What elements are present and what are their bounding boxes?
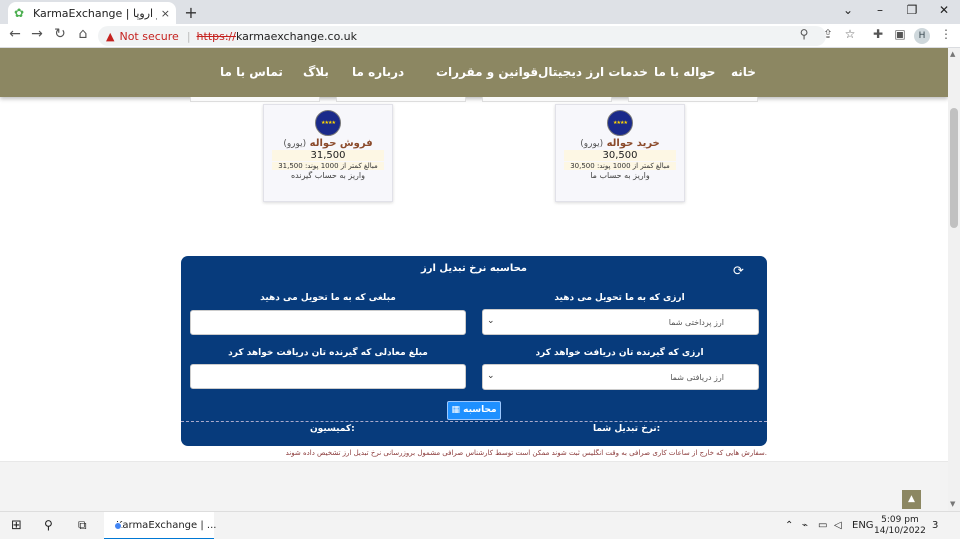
network-icon[interactable]: ⌁ [802, 520, 808, 531]
currency-give-select[interactable]: ارز پرداختی شما ⌄ [482, 309, 759, 335]
battery-icon[interactable]: ▭ [818, 520, 827, 531]
buy-transfer-card: ★★★★ خرید حواله (یورو) 30,500 مبالغ کمتر… [555, 104, 685, 202]
divider [181, 421, 767, 422]
chevron-down-icon: ⌄ [487, 316, 495, 326]
extensions-icon[interactable]: ✚ [870, 27, 886, 41]
card-title: خرید حواله (یورو) [580, 138, 660, 149]
home-icon[interactable]: ⌂ [74, 26, 92, 42]
card-min-amount: مبالغ کمتر از 1000 پوند: 31,500 [272, 162, 384, 170]
scroll-down-icon[interactable]: ▼ [950, 500, 955, 508]
windows-start-icon[interactable]: ⊞ [11, 518, 22, 533]
card-subtitle: واریز به حساب ما [590, 171, 650, 180]
tab-strip: ✿ KarmaExchange | صرافی در اروپا × + ⌄ –… [0, 0, 960, 24]
page-viewport: خانه حواله با ما خدمات ارز دیجیتال قوانی… [0, 48, 948, 511]
nav-crypto[interactable]: خدمات ارز دیجیتال [538, 65, 648, 79]
volume-icon[interactable]: ◁ [834, 520, 842, 531]
amount-give-input[interactable] [190, 310, 466, 335]
notifications-icon[interactable]: 3 [932, 520, 938, 531]
card-min-amount: مبالغ کمتر از 1000 پوند: 30,500 [564, 162, 676, 170]
footer-band [0, 461, 948, 511]
close-window-icon[interactable]: ✕ [930, 3, 958, 17]
currency-receive-select[interactable]: ارز دریافتی شما ⌄ [482, 364, 759, 390]
close-tab-icon[interactable]: × [161, 7, 170, 20]
page-scrollbar[interactable]: ▲ ▼ [948, 48, 960, 511]
scroll-thumb[interactable] [950, 108, 958, 228]
warning-icon: ▲ [106, 29, 115, 43]
share-icon[interactable]: ⇪ [820, 27, 836, 41]
menu-kebab-icon[interactable]: ⋮ [938, 27, 954, 41]
tray-chevron-icon[interactable]: ⌃ [785, 520, 793, 531]
amount-receive-input[interactable] [190, 364, 466, 389]
browser-tab[interactable]: ✿ KarmaExchange | صرافی در اروپا × [8, 2, 176, 24]
address-bar[interactable]: ▲ Not secure | https:// karmaexchange.co… [98, 26, 826, 46]
notification-count: 3 [932, 520, 939, 531]
restore-icon[interactable]: ❐ [898, 3, 926, 17]
divider: | [186, 29, 191, 43]
calculator-icon: ▦ [451, 405, 460, 415]
nav-rules[interactable]: قوانین و مقررات [436, 65, 538, 79]
minimize-icon[interactable]: – [866, 3, 894, 17]
taskbar: ⊞ ⚲ ⧉ KarmaExchange | ... ⌃ ⌁ ▭ ◁ ENG 5:… [0, 511, 960, 539]
taskbar-chrome-label: KarmaExchange | ... [116, 519, 217, 531]
back-icon[interactable]: ← [6, 26, 24, 42]
browser-toolbar: ← → ↻ ⌂ ▲ Not secure | https:// karmaexc… [0, 24, 960, 48]
amount-receive-label: مبلغ معادلی که گیرنده تان دریافت خواهد ک… [228, 348, 428, 358]
nav-transfer[interactable]: حواله با ما [654, 65, 715, 79]
nav-about[interactable]: درباره ما [352, 65, 404, 79]
reload-icon[interactable]: ↻ [51, 26, 69, 42]
scroll-up-icon[interactable]: ▲ [950, 50, 955, 58]
sell-transfer-card: ★★★★ فروش حواله (یورو) 31,500 مبالغ کمتر… [263, 104, 393, 202]
card-rate: 30,500 [564, 150, 676, 161]
rate-result-label: نرخ تبدیل شما: [593, 424, 661, 434]
chevron-down-icon: ⌄ [487, 371, 495, 381]
currency-receive-label: ارزی که گیرنده تان دریافت خواهد کرد [535, 348, 704, 358]
clock[interactable]: 5:09 pm 14/10/2022 [874, 515, 926, 537]
amount-give-label: مبلغی که به ما تحویل می دهید [260, 293, 396, 303]
eu-flag-icon: ★★★★ [607, 110, 633, 136]
commission-label: کمیسیون: [310, 424, 355, 434]
calculator-title: محاسبه نرخ تبدیل ارز [421, 263, 527, 274]
profile-avatar[interactable]: H [914, 28, 930, 44]
nav-contact[interactable]: تماس با ما [220, 65, 283, 79]
tab-search-icon[interactable]: ⌄ [834, 3, 862, 17]
card-subtitle: واریز به حساب گیرنده [290, 171, 366, 180]
side-panel-icon[interactable]: ▣ [892, 27, 908, 41]
select-placeholder: ارز دریافتی شما [670, 373, 724, 382]
card-rate: 31,500 [272, 150, 384, 161]
site-navbar: خانه حواله با ما خدمات ارز دیجیتال قوانی… [0, 48, 948, 97]
card-stub [190, 97, 320, 102]
search-icon[interactable]: ⚲ [44, 518, 53, 532]
card-stub [482, 97, 612, 102]
clock-date: 14/10/2022 [874, 526, 926, 536]
back-to-top-button[interactable]: ▲ [902, 490, 921, 509]
orders-note: سفارش هایی که خارج از ساعات کاری صرافی ب… [285, 449, 767, 457]
new-tab-button[interactable]: + [182, 3, 200, 22]
bookmark-star-icon[interactable]: ☆ [842, 27, 858, 41]
taskbar-chrome-item[interactable]: KarmaExchange | ... [104, 512, 217, 539]
task-view-icon[interactable]: ⧉ [78, 518, 87, 533]
language-indicator[interactable]: ENG [852, 520, 874, 531]
url-protocol: https:// [196, 29, 236, 43]
card-stub [628, 97, 758, 102]
card-stub [336, 97, 466, 102]
select-placeholder: ارز پرداختی شما [668, 318, 724, 327]
calculate-button[interactable]: ▦ محاسبه [447, 401, 501, 420]
card-title: فروش حواله (یورو) [283, 138, 373, 149]
currency-give-label: ارزی که به ما تحویل می دهید [554, 293, 685, 303]
currency-calculator: محاسبه نرخ تبدیل ارز ⟳ ارزی که به ما تحو… [181, 256, 767, 446]
refresh-icon[interactable]: ⟳ [733, 264, 744, 279]
nav-home[interactable]: خانه [731, 65, 756, 79]
eu-flag-icon: ★★★★ [315, 110, 341, 136]
nav-blog[interactable]: بلاگ [303, 65, 329, 79]
leaf-favicon-icon: ✿ [14, 6, 25, 20]
url-host: karmaexchange.co.uk [235, 29, 357, 43]
clock-time: 5:09 pm [881, 515, 919, 525]
tab-title: KarmaExchange | صرافی در اروپا [33, 6, 157, 20]
not-secure-label: Not secure [119, 29, 179, 43]
zoom-icon[interactable]: ⚲ [796, 27, 812, 41]
forward-icon[interactable]: → [28, 26, 46, 42]
